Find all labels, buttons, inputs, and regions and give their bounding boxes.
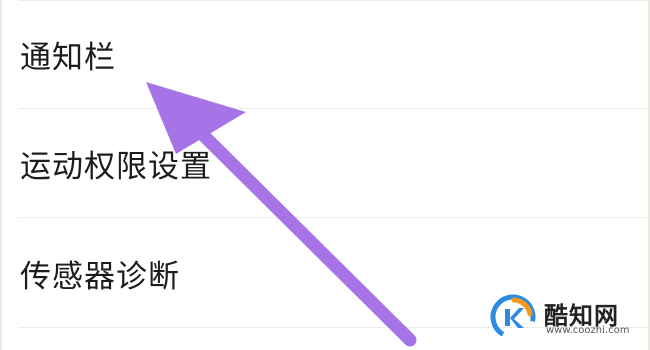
watermark: 酷知网 www.coozhi.com <box>490 292 640 342</box>
settings-item-notification-bar[interactable]: 通知栏 <box>0 0 650 108</box>
settings-item-label: 运动权限设置 <box>20 148 212 185</box>
settings-item-motion-permissions[interactable]: 运动权限设置 <box>0 109 650 217</box>
settings-item-label: 传感器诊断 <box>20 258 180 295</box>
watermark-url: www.coozhi.com <box>546 325 630 336</box>
settings-item-label: 通知栏 <box>20 39 116 76</box>
coozhi-logo-icon <box>490 294 536 340</box>
